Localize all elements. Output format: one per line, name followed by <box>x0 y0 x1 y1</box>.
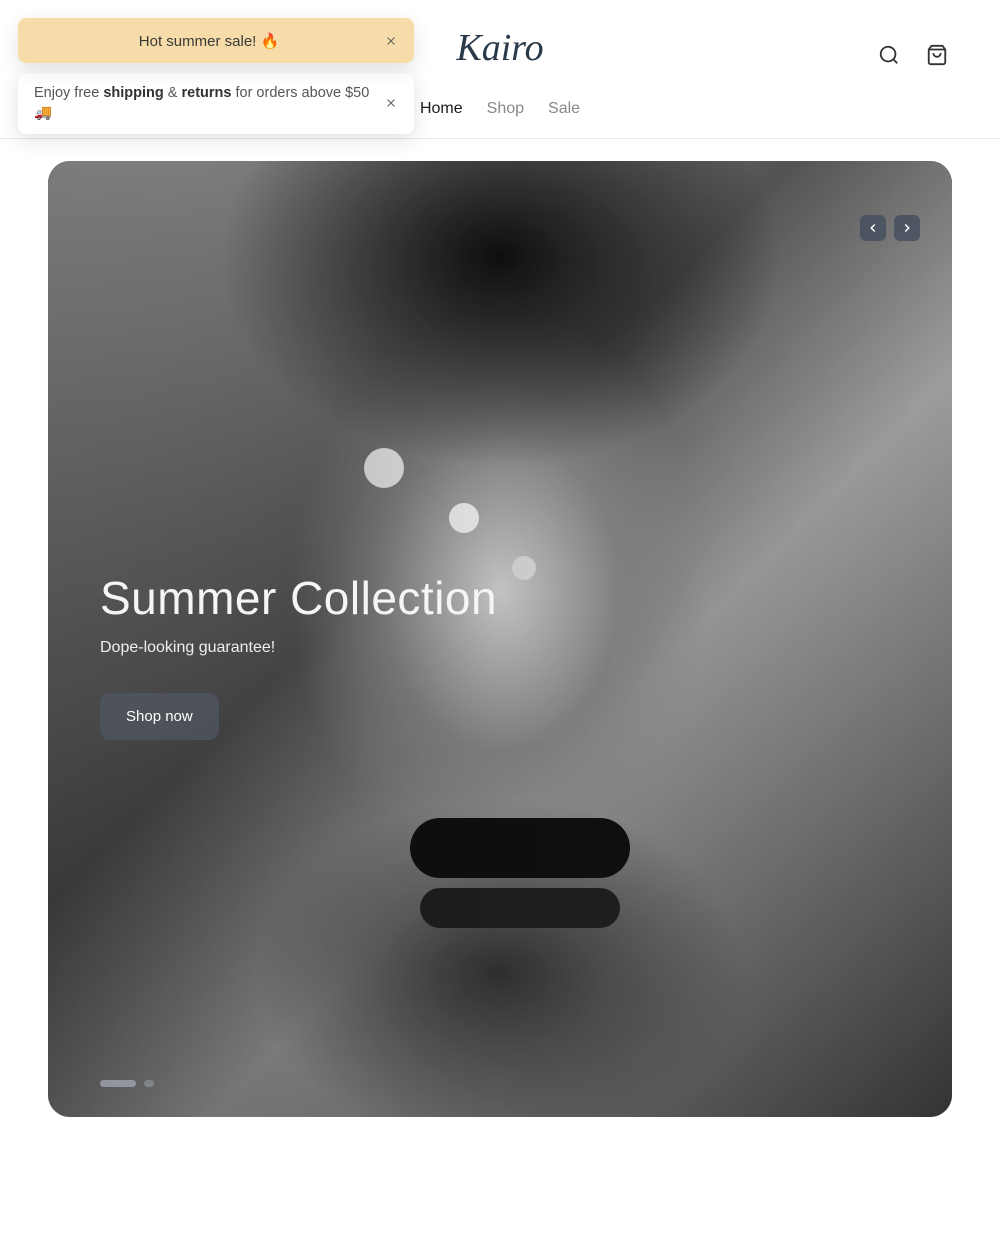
cart-icon[interactable] <box>924 42 950 68</box>
carousel-nav <box>860 215 920 241</box>
close-icon[interactable] <box>380 92 402 114</box>
toast-shipping-text: Enjoy free shipping & returns for orders… <box>34 83 380 124</box>
carousel-next-button[interactable] <box>894 215 920 241</box>
brand-logo[interactable]: Kairo <box>456 26 543 70</box>
shop-now-button[interactable]: Shop now <box>100 693 219 740</box>
close-icon[interactable] <box>380 30 402 52</box>
carousel-prev-button[interactable] <box>860 215 886 241</box>
hero-section: Summer Collection Dope-looking guarantee… <box>0 139 1000 1157</box>
hero-title: Summer Collection <box>100 571 497 625</box>
toast-shipping: Enjoy free shipping & returns for orders… <box>18 73 414 134</box>
nav-shop[interactable]: Shop <box>487 96 524 122</box>
hero-carousel: Summer Collection Dope-looking guarantee… <box>48 161 952 1117</box>
carousel-dots <box>100 1080 154 1087</box>
search-icon[interactable] <box>876 42 902 68</box>
toast-sale-text: Hot summer sale! 🔥 <box>18 32 400 50</box>
header-actions <box>876 42 950 68</box>
hero-subtitle: Dope-looking guarantee! <box>100 639 497 657</box>
toast-sale: Hot summer sale! 🔥 <box>18 18 414 63</box>
carousel-dot-1[interactable] <box>100 1080 136 1087</box>
nav-home[interactable]: Home <box>420 96 463 122</box>
nav-sale[interactable]: Sale <box>548 96 580 122</box>
toast-container: Hot summer sale! 🔥 Enjoy free shipping &… <box>18 18 414 134</box>
carousel-dot-2[interactable] <box>144 1080 154 1087</box>
hero-content: Summer Collection Dope-looking guarantee… <box>100 571 497 740</box>
